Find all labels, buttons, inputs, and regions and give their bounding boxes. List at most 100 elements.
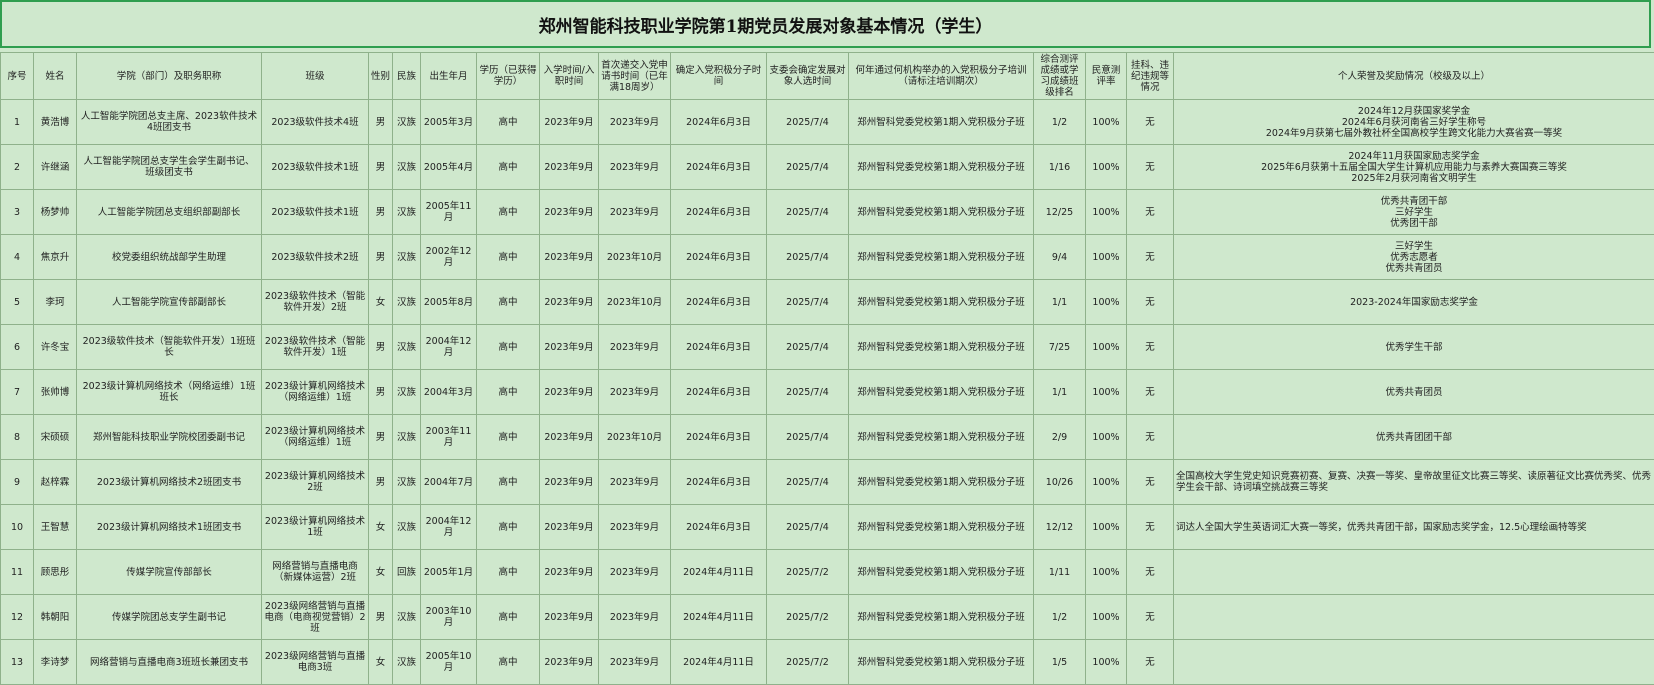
enroll-cell[interactable]: 2023年9月 — [539, 549, 599, 595]
ethnic-cell[interactable]: 汉族 — [392, 594, 421, 640]
awards-cell[interactable] — [1173, 549, 1654, 595]
gender-cell[interactable]: 女 — [368, 279, 393, 325]
birth-cell[interactable]: 2004年12月 — [420, 324, 477, 370]
row-number-cell[interactable]: 9 — [0, 459, 34, 505]
dept-cell[interactable]: 人工智能学院团总支主席、2023软件技术4班团支书 — [76, 99, 262, 145]
name-cell[interactable]: 许继涵 — [33, 144, 77, 190]
birth-cell[interactable]: 2005年4月 — [420, 144, 477, 190]
awards-cell[interactable]: 词达人全国大学生英语词汇大赛一等奖，优秀共青团干部，国家励志奖学金，12.5心理… — [1173, 504, 1654, 550]
poll-cell[interactable]: 100% — [1085, 414, 1127, 460]
apply-cell[interactable]: 2023年9月 — [598, 369, 671, 415]
education-cell[interactable]: 高中 — [476, 144, 540, 190]
education-cell[interactable]: 高中 — [476, 234, 540, 280]
awards-cell[interactable] — [1173, 639, 1654, 685]
activist-cell[interactable]: 2024年4月11日 — [670, 594, 767, 640]
class-cell[interactable]: 2023级软件技术2班 — [261, 234, 369, 280]
education-cell[interactable]: 高中 — [476, 324, 540, 370]
issues-cell[interactable]: 无 — [1126, 459, 1174, 505]
activist-cell[interactable]: 2024年6月3日 — [670, 279, 767, 325]
column-header[interactable]: 学院（部门）及职务职称 — [76, 52, 262, 100]
dept-cell[interactable]: 2023级软件技术（智能软件开发）1班班长 — [76, 324, 262, 370]
column-header[interactable]: 民族 — [392, 52, 421, 100]
education-cell[interactable]: 高中 — [476, 639, 540, 685]
birth-cell[interactable]: 2005年3月 — [420, 99, 477, 145]
rank-cell[interactable]: 1/1 — [1033, 279, 1086, 325]
title-cell[interactable]: 郑州智能科技职业学院第1期党员发展对象基本情况（学生） — [0, 0, 1651, 48]
training-cell[interactable]: 郑州智科党委党校第1期入党积极分子班 — [848, 234, 1034, 280]
poll-cell[interactable]: 100% — [1085, 549, 1127, 595]
poll-cell[interactable]: 100% — [1085, 459, 1127, 505]
dept-cell[interactable]: 人工智能学院宣传部副部长 — [76, 279, 262, 325]
birth-cell[interactable]: 2005年1月 — [420, 549, 477, 595]
awards-cell[interactable]: 2023-2024年国家励志奖学金 — [1173, 279, 1654, 325]
enroll-cell[interactable]: 2023年9月 — [539, 189, 599, 235]
candidate-cell[interactable]: 2025/7/4 — [766, 504, 849, 550]
birth-cell[interactable]: 2005年8月 — [420, 279, 477, 325]
class-cell[interactable]: 2023级计算机网络技术2班 — [261, 459, 369, 505]
class-cell[interactable]: 2023级计算机网络技术（网络运维）1班 — [261, 369, 369, 415]
gender-cell[interactable]: 男 — [368, 459, 393, 505]
row-number-cell[interactable]: 12 — [0, 594, 34, 640]
gender-cell[interactable]: 男 — [368, 99, 393, 145]
birth-cell[interactable]: 2003年10月 — [420, 594, 477, 640]
activist-cell[interactable]: 2024年6月3日 — [670, 459, 767, 505]
enroll-cell[interactable]: 2023年9月 — [539, 144, 599, 190]
apply-cell[interactable]: 2023年9月 — [598, 459, 671, 505]
birth-cell[interactable]: 2004年7月 — [420, 459, 477, 505]
gender-cell[interactable]: 女 — [368, 549, 393, 595]
ethnic-cell[interactable]: 回族 — [392, 549, 421, 595]
rank-cell[interactable]: 9/4 — [1033, 234, 1086, 280]
name-cell[interactable]: 顾思彤 — [33, 549, 77, 595]
gender-cell[interactable]: 男 — [368, 369, 393, 415]
education-cell[interactable]: 高中 — [476, 549, 540, 595]
ethnic-cell[interactable]: 汉族 — [392, 234, 421, 280]
ethnic-cell[interactable]: 汉族 — [392, 324, 421, 370]
issues-cell[interactable]: 无 — [1126, 639, 1174, 685]
row-number-cell[interactable]: 7 — [0, 369, 34, 415]
issues-cell[interactable]: 无 — [1126, 144, 1174, 190]
ethnic-cell[interactable]: 汉族 — [392, 369, 421, 415]
class-cell[interactable]: 2023级计算机网络技术1班 — [261, 504, 369, 550]
column-header[interactable]: 学历（已获得学历） — [476, 52, 540, 100]
name-cell[interactable]: 韩朝阳 — [33, 594, 77, 640]
enroll-cell[interactable]: 2023年9月 — [539, 99, 599, 145]
class-cell[interactable]: 2023级软件技术1班 — [261, 144, 369, 190]
rank-cell[interactable]: 12/25 — [1033, 189, 1086, 235]
dept-cell[interactable]: 人工智能学院团总支组织部副部长 — [76, 189, 262, 235]
apply-cell[interactable]: 2023年10月 — [598, 234, 671, 280]
column-header[interactable]: 个人荣誉及奖励情况（校级及以上） — [1173, 52, 1654, 100]
awards-cell[interactable]: 优秀共青团干部 三好学生 优秀团干部 — [1173, 189, 1654, 235]
training-cell[interactable]: 郑州智科党委党校第1期入党积极分子班 — [848, 279, 1034, 325]
candidate-cell[interactable]: 2025/7/2 — [766, 639, 849, 685]
activist-cell[interactable]: 2024年6月3日 — [670, 414, 767, 460]
training-cell[interactable]: 郑州智科党委党校第1期入党积极分子班 — [848, 189, 1034, 235]
candidate-cell[interactable]: 2025/7/4 — [766, 414, 849, 460]
candidate-cell[interactable]: 2025/7/4 — [766, 324, 849, 370]
apply-cell[interactable]: 2023年9月 — [598, 144, 671, 190]
enroll-cell[interactable]: 2023年9月 — [539, 234, 599, 280]
dept-cell[interactable]: 2023级计算机网络技术1班团支书 — [76, 504, 262, 550]
enroll-cell[interactable]: 2023年9月 — [539, 279, 599, 325]
gender-cell[interactable]: 女 — [368, 639, 393, 685]
candidate-cell[interactable]: 2025/7/4 — [766, 189, 849, 235]
column-header[interactable]: 确定入党积极分子时间 — [670, 52, 767, 100]
poll-cell[interactable]: 100% — [1085, 369, 1127, 415]
rank-cell[interactable]: 1/5 — [1033, 639, 1086, 685]
apply-cell[interactable]: 2023年9月 — [598, 639, 671, 685]
candidate-cell[interactable]: 2025/7/4 — [766, 369, 849, 415]
poll-cell[interactable]: 100% — [1085, 279, 1127, 325]
name-cell[interactable]: 李珂 — [33, 279, 77, 325]
class-cell[interactable]: 2023级软件技术（智能软件开发）1班 — [261, 324, 369, 370]
apply-cell[interactable]: 2023年9月 — [598, 549, 671, 595]
column-header[interactable]: 姓名 — [33, 52, 77, 100]
apply-cell[interactable]: 2023年9月 — [598, 324, 671, 370]
training-cell[interactable]: 郑州智科党委党校第1期入党积极分子班 — [848, 144, 1034, 190]
ethnic-cell[interactable]: 汉族 — [392, 639, 421, 685]
awards-cell[interactable]: 全国高校大学生党史知识竞赛初赛、复赛、决赛一等奖、皇帝故里征文比赛三等奖、读原著… — [1173, 459, 1654, 505]
class-cell[interactable]: 网络营销与直播电商（新媒体运营）2班 — [261, 549, 369, 595]
education-cell[interactable]: 高中 — [476, 594, 540, 640]
education-cell[interactable]: 高中 — [476, 414, 540, 460]
name-cell[interactable]: 张帅博 — [33, 369, 77, 415]
column-header[interactable]: 首次递交入党申请书时间（已年满18周岁） — [598, 52, 671, 100]
education-cell[interactable]: 高中 — [476, 459, 540, 505]
